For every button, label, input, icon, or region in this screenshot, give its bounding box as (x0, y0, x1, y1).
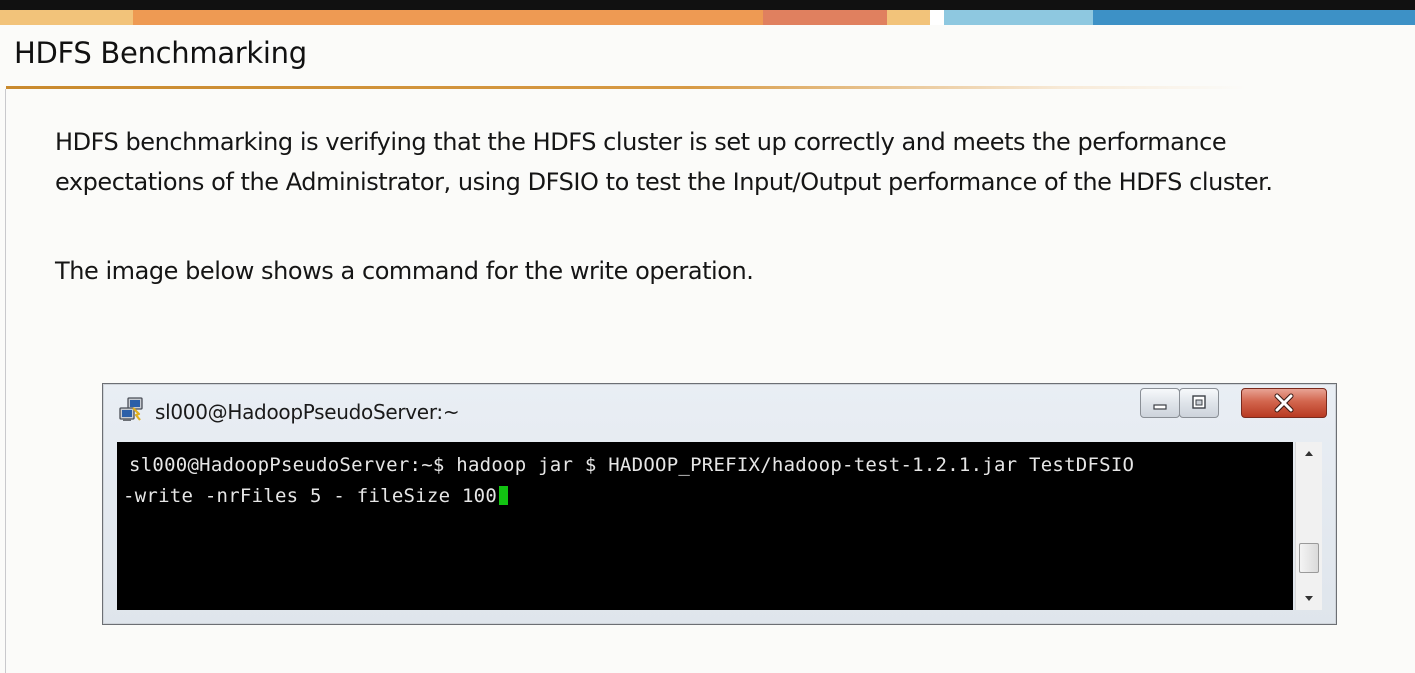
decorative-color-band (0, 10, 1415, 25)
band-segment (1093, 10, 1415, 25)
slide-title: HDFS Benchmarking (14, 36, 307, 70)
scroll-down-button[interactable] (1296, 588, 1322, 610)
terminal-titlebar[interactable]: sl000@HadoopPseudoServer:~ (103, 384, 1336, 440)
scroll-down-arrow-icon (1296, 595, 1322, 614)
terminal-window-title: sl000@HadoopPseudoServer:~ (155, 400, 460, 424)
band-segment (133, 10, 763, 25)
top-dark-bar (0, 0, 1415, 10)
title-underline (6, 86, 1246, 89)
left-divider-line (5, 89, 6, 673)
close-button[interactable] (1241, 388, 1327, 418)
intro-line-1: HDFS benchmarking is verifying that the … (55, 128, 1227, 156)
close-icon (1242, 393, 1326, 421)
band-segment (944, 10, 1093, 25)
terminal-screen[interactable]: sl000@HadoopPseudoServer:~$ hadoop jar $… (117, 442, 1293, 610)
terminal-command-line-1: sl000@HadoopPseudoServer:~$ hadoop jar $… (129, 454, 1135, 476)
scroll-up-button[interactable] (1296, 442, 1322, 464)
terminal-scrollbar[interactable] (1295, 442, 1322, 610)
band-segment (0, 10, 133, 25)
terminal-command-text: -write -nrFiles 5 - fileSize 100 (123, 485, 498, 507)
caption-paragraph: The image below shows a command for the … (55, 257, 754, 285)
minimize-icon (1141, 402, 1179, 421)
maximize-button[interactable] (1179, 388, 1219, 418)
terminal-command-line-2: -write -nrFiles 5 - fileSize 100 (123, 485, 509, 507)
intro-paragraph: HDFS benchmarking is verifying that the … (55, 122, 1273, 202)
terminal-window: sl000@HadoopPseudoServer:~ sl000@HadoopP… (102, 383, 1337, 625)
intro-line-2: expectations of the Administrator, using… (55, 168, 1273, 196)
putty-icon[interactable] (117, 396, 145, 424)
terminal-cursor (499, 486, 509, 505)
minimize-button[interactable] (1140, 388, 1180, 418)
scroll-up-arrow-icon (1296, 449, 1322, 468)
maximize-icon (1180, 395, 1218, 421)
band-segment (763, 10, 887, 25)
band-segment (887, 10, 930, 25)
scrollbar-thumb[interactable] (1299, 543, 1319, 573)
band-segment (930, 10, 944, 25)
